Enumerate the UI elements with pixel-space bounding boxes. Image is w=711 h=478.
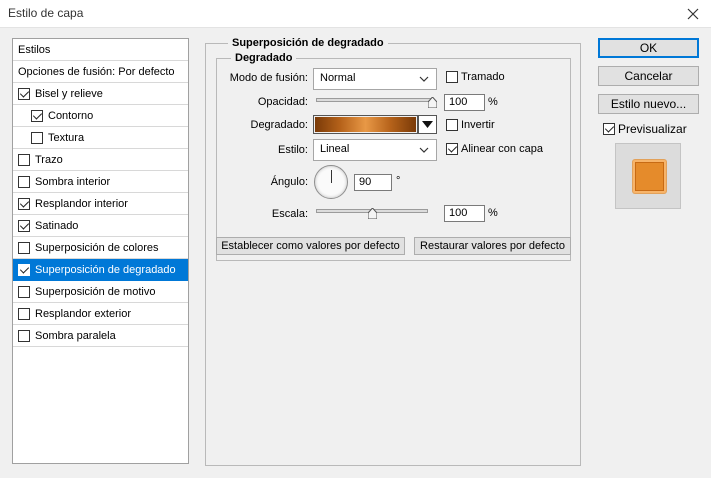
blend-mode-label: Modo de fusión:	[229, 72, 308, 84]
opacity-input[interactable]: 100	[444, 94, 485, 111]
sidebar-item[interactable]: Opciones de fusión: Por defecto	[13, 61, 188, 83]
scale-slider-thumb[interactable]	[367, 207, 378, 220]
angle-unit: °	[396, 175, 401, 187]
sidebar-item-label: Opciones de fusión: Por defecto	[18, 65, 175, 78]
sidebar-item-checkbox[interactable]	[18, 219, 30, 232]
sidebar-item-checkbox[interactable]	[18, 87, 30, 100]
sidebar-item-label: Resplandor exterior	[35, 307, 131, 320]
gradient-picker-button[interactable]	[418, 115, 437, 134]
sidebar-item[interactable]: Trazo	[13, 149, 188, 171]
sidebar-item-checkbox[interactable]	[18, 285, 30, 298]
sidebar-item-label: Sombra interior	[35, 175, 111, 188]
sidebar-item[interactable]: Superposición de colores	[13, 237, 188, 259]
dialog-body: Estilos Opciones de fusión: Por defecto Bi…	[0, 29, 711, 478]
sidebar-item[interactable]: Bisel y relieve	[13, 83, 188, 105]
reset-default-button[interactable]: Restaurar valores por defecto	[414, 237, 571, 255]
title-bar: Estilo de capa	[0, 0, 711, 28]
preview-swatch	[633, 160, 666, 193]
sidebar-item[interactable]: Superposición de motivo	[13, 281, 188, 303]
dither-checkbox-box[interactable]	[446, 71, 458, 83]
blend-mode-value: Normal	[320, 72, 356, 84]
sidebar-item-checkbox[interactable]	[18, 307, 30, 320]
sidebar-item-label: Satinado	[35, 219, 79, 232]
angle-label: Ángulo:	[270, 176, 308, 188]
scale-label: Escala:	[271, 208, 308, 220]
opacity-slider[interactable]	[316, 98, 432, 102]
sidebar-item-label: Trazo	[35, 153, 63, 166]
align-with-layer-checkbox[interactable]: Alinear con capa	[446, 143, 543, 155]
gradient-label: Degradado:	[250, 119, 309, 131]
preview-checkbox[interactable]: Previsualizar	[603, 122, 687, 136]
make-default-button[interactable]: Establecer como valores por defecto	[216, 237, 405, 255]
angle-input[interactable]: 90	[354, 174, 392, 191]
angle-dial[interactable]	[314, 165, 348, 199]
dither-checkbox[interactable]: Tramado	[446, 71, 505, 83]
style-preview	[615, 143, 681, 209]
sidebar-item-label: Textura	[48, 131, 85, 144]
close-icon[interactable]	[683, 4, 703, 24]
sidebar-item[interactable]: Resplandor exterior	[13, 303, 188, 325]
preview-label: Previsualizar	[618, 122, 687, 136]
sidebar-item-label: Superposición de degradado	[35, 263, 176, 276]
sidebar-item-checkbox[interactable]	[18, 329, 30, 342]
gradient-preview-fill	[315, 117, 416, 132]
sidebar-item[interactable]: Resplandor interior	[13, 193, 188, 215]
scale-input[interactable]: 100	[444, 205, 485, 222]
style-label: Estilo:	[278, 144, 308, 156]
reverse-checkbox-box[interactable]	[446, 119, 458, 131]
sidebar-item-checkbox[interactable]	[31, 109, 43, 122]
style-select[interactable]: Lineal	[313, 139, 437, 161]
dither-label: Tramado	[461, 71, 505, 83]
opacity-label: Opacidad:	[257, 96, 308, 108]
sidebar-item[interactable]: Textura	[13, 127, 188, 149]
sidebar-item[interactable]: Sombra interior	[13, 171, 188, 193]
chevron-down-icon	[418, 73, 430, 85]
sidebar-item-label: Estilos	[18, 43, 51, 56]
scale-unit: %	[488, 207, 498, 219]
align-checkbox-box[interactable]	[446, 143, 458, 155]
gradient-swatch[interactable]	[313, 115, 418, 134]
sidebar-item-label: Superposición de motivo	[35, 285, 156, 298]
reverse-checkbox[interactable]: Invertir	[446, 119, 495, 131]
sidebar-item-label: Bisel y relieve	[35, 87, 103, 100]
styles-list: Estilos Opciones de fusión: Por defecto Bi…	[12, 38, 189, 464]
sidebar-item-checkbox[interactable]	[18, 263, 30, 276]
sidebar-item-label: Superposición de colores	[35, 241, 159, 254]
sidebar-item-label: Resplandor interior	[35, 197, 128, 210]
reverse-label: Invertir	[461, 119, 495, 131]
sidebar-item[interactable]: Sombra paralela	[13, 325, 188, 347]
opacity-unit: %	[488, 96, 498, 108]
sidebar-item-label: Contorno	[48, 109, 94, 122]
sidebar-item[interactable]: Satinado	[13, 215, 188, 237]
sidebar-item[interactable]: Estilos	[13, 39, 188, 61]
panel-title: Superposición de degradado	[228, 37, 388, 49]
sidebar-item[interactable]: Contorno	[13, 105, 188, 127]
sidebar-item-checkbox[interactable]	[18, 153, 30, 166]
opacity-slider-thumb[interactable]	[427, 96, 438, 109]
style-value: Lineal	[320, 143, 350, 155]
window-title: Estilo de capa	[8, 6, 84, 20]
angle-dial-needle	[331, 170, 332, 183]
sidebar-item-label: Sombra paralela	[35, 329, 116, 342]
sidebar-item[interactable]: Superposición de degradado	[13, 259, 188, 281]
ok-button[interactable]: OK	[598, 38, 699, 58]
sidebar-item-checkbox[interactable]	[18, 241, 30, 254]
blend-mode-select[interactable]: Normal	[313, 68, 437, 90]
align-with-layer-label: Alinear con capa	[461, 143, 543, 155]
sidebar-item-checkbox[interactable]	[18, 175, 30, 188]
chevron-down-icon	[418, 144, 430, 156]
group-title: Degradado	[231, 52, 297, 64]
preview-checkbox-box[interactable]	[603, 123, 615, 135]
sidebar-item-checkbox[interactable]	[31, 131, 43, 144]
triangle-down-icon	[422, 121, 433, 128]
cancel-button[interactable]: Cancelar	[598, 66, 699, 86]
new-style-button[interactable]: Estilo nuevo...	[598, 94, 699, 114]
sidebar-item-checkbox[interactable]	[18, 197, 30, 210]
